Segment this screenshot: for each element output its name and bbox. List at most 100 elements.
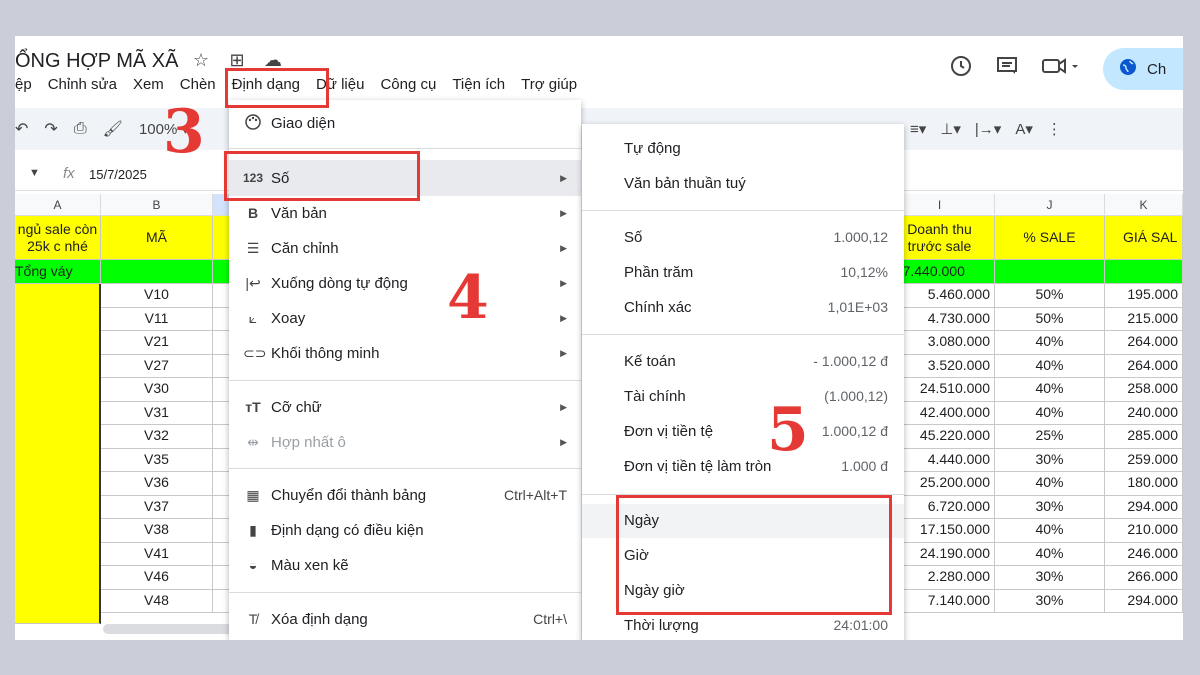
cell-code[interactable]: V21 — [101, 331, 213, 355]
header-cell-b[interactable]: MÃ — [101, 216, 213, 260]
vertical-align-icon[interactable]: ⊥▾ — [940, 120, 961, 138]
cell-sale-percent[interactable]: 25% — [995, 425, 1105, 449]
more-icon[interactable]: ⋮ — [1047, 120, 1062, 138]
number-format-number[interactable]: Số 1.000,12 — [582, 221, 904, 255]
cell-sale-percent[interactable]: 30% — [995, 495, 1105, 519]
cell-sale-percent[interactable]: 50% — [995, 307, 1105, 331]
header-cell-a[interactable]: ngủ sale còn 25k c nhé — [15, 216, 101, 260]
cell-code[interactable]: V11 — [101, 307, 213, 331]
group-cell-a[interactable]: Tổng váy — [15, 260, 101, 284]
name-box-dropdown-icon[interactable]: ▼ — [29, 167, 40, 179]
undo-icon[interactable]: ↶ — [15, 119, 28, 139]
cell-sale-percent[interactable]: 40% — [995, 519, 1105, 543]
horizontal-scrollbar[interactable] — [103, 624, 243, 634]
format-menu-alignment[interactable]: ☰ Căn chỉnh ▶ — [229, 231, 581, 265]
number-format-financial[interactable]: Tài chính (1.000,12) — [582, 380, 904, 414]
cell-sale-percent[interactable]: 40% — [995, 472, 1105, 496]
menu-extensions[interactable]: Tiện ích — [452, 76, 505, 98]
text-rotation-icon[interactable]: A▾ — [1015, 120, 1033, 138]
cell-code[interactable]: V35 — [101, 448, 213, 472]
menu-edit[interactable]: Chỉnh sửa — [48, 76, 117, 98]
cell-code[interactable]: V10 — [101, 284, 213, 308]
format-menu-smart-chips[interactable]: ⊂⊃ Khối thông minh ▶ — [229, 336, 581, 370]
group-cell-j[interactable] — [995, 260, 1105, 284]
number-format-plain-text[interactable]: Văn bản thuần tuý — [582, 167, 904, 201]
format-menu-theme[interactable]: Giao diện — [229, 106, 581, 140]
cell-sale-price[interactable]: 264.000 — [1105, 354, 1183, 378]
cell-sale-price[interactable]: 285.000 — [1105, 425, 1183, 449]
menu-file[interactable]: ệp — [15, 76, 32, 98]
format-menu-text[interactable]: B Văn bản ▶ — [229, 196, 581, 230]
menu-insert[interactable]: Chèn — [180, 76, 216, 98]
header-cell-k[interactable]: GIÁ SAL — [1105, 216, 1183, 260]
group-cell-k[interactable] — [1105, 260, 1183, 284]
format-menu-alternating[interactable]: ◒ Màu xen kẽ — [229, 548, 581, 582]
cell-a-merged[interactable] — [15, 284, 101, 624]
paint-format-icon[interactable]: 🖌 — [103, 119, 123, 139]
header-cell-j[interactable]: % SALE — [995, 216, 1105, 260]
column-header-b[interactable]: B — [101, 194, 213, 216]
document-title[interactable]: ỔNG HỢP MÃ XÃ — [15, 50, 178, 73]
cell-sale-price[interactable]: 266.000 — [1105, 566, 1183, 590]
column-header-j[interactable]: J — [995, 194, 1105, 216]
cell-sale-price[interactable]: 259.000 — [1105, 448, 1183, 472]
cell-code[interactable]: V30 — [101, 378, 213, 402]
format-menu-conditional[interactable]: ▮ Định dạng có điều kiện — [229, 513, 581, 547]
cell-sale-percent[interactable]: 40% — [995, 378, 1105, 402]
group-cell-b[interactable] — [101, 260, 213, 284]
cell-sale-price[interactable]: 180.000 — [1105, 472, 1183, 496]
cell-code[interactable]: V38 — [101, 519, 213, 543]
cell-code[interactable]: V27 — [101, 354, 213, 378]
cell-code[interactable]: V48 — [101, 589, 213, 613]
column-header-a[interactable]: A — [15, 194, 101, 216]
cell-sale-price[interactable]: 264.000 — [1105, 331, 1183, 355]
cell-code[interactable]: V32 — [101, 425, 213, 449]
cell-sale-price[interactable]: 215.000 — [1105, 307, 1183, 331]
number-format-currency-rounded[interactable]: Đơn vị tiền tệ làm tròn 1.000 đ — [582, 450, 904, 484]
cell-sale-price[interactable]: 258.000 — [1105, 378, 1183, 402]
cell-code[interactable]: V46 — [101, 566, 213, 590]
formula-input[interactable]: 15/7/2025 — [89, 167, 147, 182]
print-icon[interactable]: ⎙ — [74, 120, 87, 138]
number-format-currency[interactable]: Đơn vị tiền tệ 1.000,12 đ — [582, 415, 904, 449]
format-menu-convert-table[interactable]: ▦ Chuyển đổi thành bảng Ctrl+Alt+T — [229, 478, 581, 512]
cell-sale-price[interactable]: 294.000 — [1105, 589, 1183, 613]
number-format-accounting[interactable]: Kế toán - 1.000,12 đ — [582, 345, 904, 379]
meet-icon[interactable] — [1041, 54, 1081, 84]
format-menu-clear[interactable]: T̸ Xóa định dạng Ctrl+\ — [229, 602, 581, 636]
cell-sale-percent[interactable]: 40% — [995, 542, 1105, 566]
cell-sale-price[interactable]: 294.000 — [1105, 495, 1183, 519]
number-format-percent[interactable]: Phần trăm 10,12% — [582, 256, 904, 290]
cell-sale-price[interactable]: 210.000 — [1105, 519, 1183, 543]
cell-code[interactable]: V37 — [101, 495, 213, 519]
star-icon[interactable]: ☆ — [190, 50, 212, 71]
redo-icon[interactable]: ↷ — [44, 119, 57, 139]
cell-sale-percent[interactable]: 50% — [995, 284, 1105, 308]
menu-view[interactable]: Xem — [133, 76, 164, 98]
menu-help[interactable]: Trợ giúp — [521, 76, 577, 98]
cell-code[interactable]: V36 — [101, 472, 213, 496]
column-header-k[interactable]: K — [1105, 194, 1183, 216]
cell-sale-percent[interactable]: 40% — [995, 401, 1105, 425]
cell-sale-price[interactable]: 246.000 — [1105, 542, 1183, 566]
comment-icon[interactable] — [995, 54, 1019, 84]
cell-code[interactable]: V31 — [101, 401, 213, 425]
cell-sale-percent[interactable]: 30% — [995, 566, 1105, 590]
menu-tools[interactable]: Công cụ — [380, 76, 436, 98]
cell-sale-price[interactable]: 195.000 — [1105, 284, 1183, 308]
text-wrap-icon[interactable]: |→▾ — [975, 120, 1001, 138]
cell-code[interactable]: V41 — [101, 542, 213, 566]
cell-sale-percent[interactable]: 30% — [995, 589, 1105, 613]
format-menu-wrapping[interactable]: |↩ Xuống dòng tự động ▶ — [229, 266, 581, 300]
cell-sale-percent[interactable]: 30% — [995, 448, 1105, 472]
cell-sale-price[interactable]: 240.000 — [1105, 401, 1183, 425]
format-menu-rotation[interactable]: ⟀ Xoay ▶ — [229, 301, 581, 335]
cell-sale-percent[interactable]: 40% — [995, 331, 1105, 355]
number-format-automatic[interactable]: Tự động — [582, 132, 904, 166]
number-format-scientific[interactable]: Chính xác 1,01E+03 — [582, 291, 904, 325]
share-button[interactable]: Ch — [1103, 48, 1183, 90]
cell-sale-percent[interactable]: 40% — [995, 354, 1105, 378]
horizontal-align-icon[interactable]: ≡▾ — [910, 120, 926, 138]
format-menu-font-size[interactable]: тT Cỡ chữ ▶ — [229, 390, 581, 424]
history-icon[interactable] — [949, 54, 973, 84]
